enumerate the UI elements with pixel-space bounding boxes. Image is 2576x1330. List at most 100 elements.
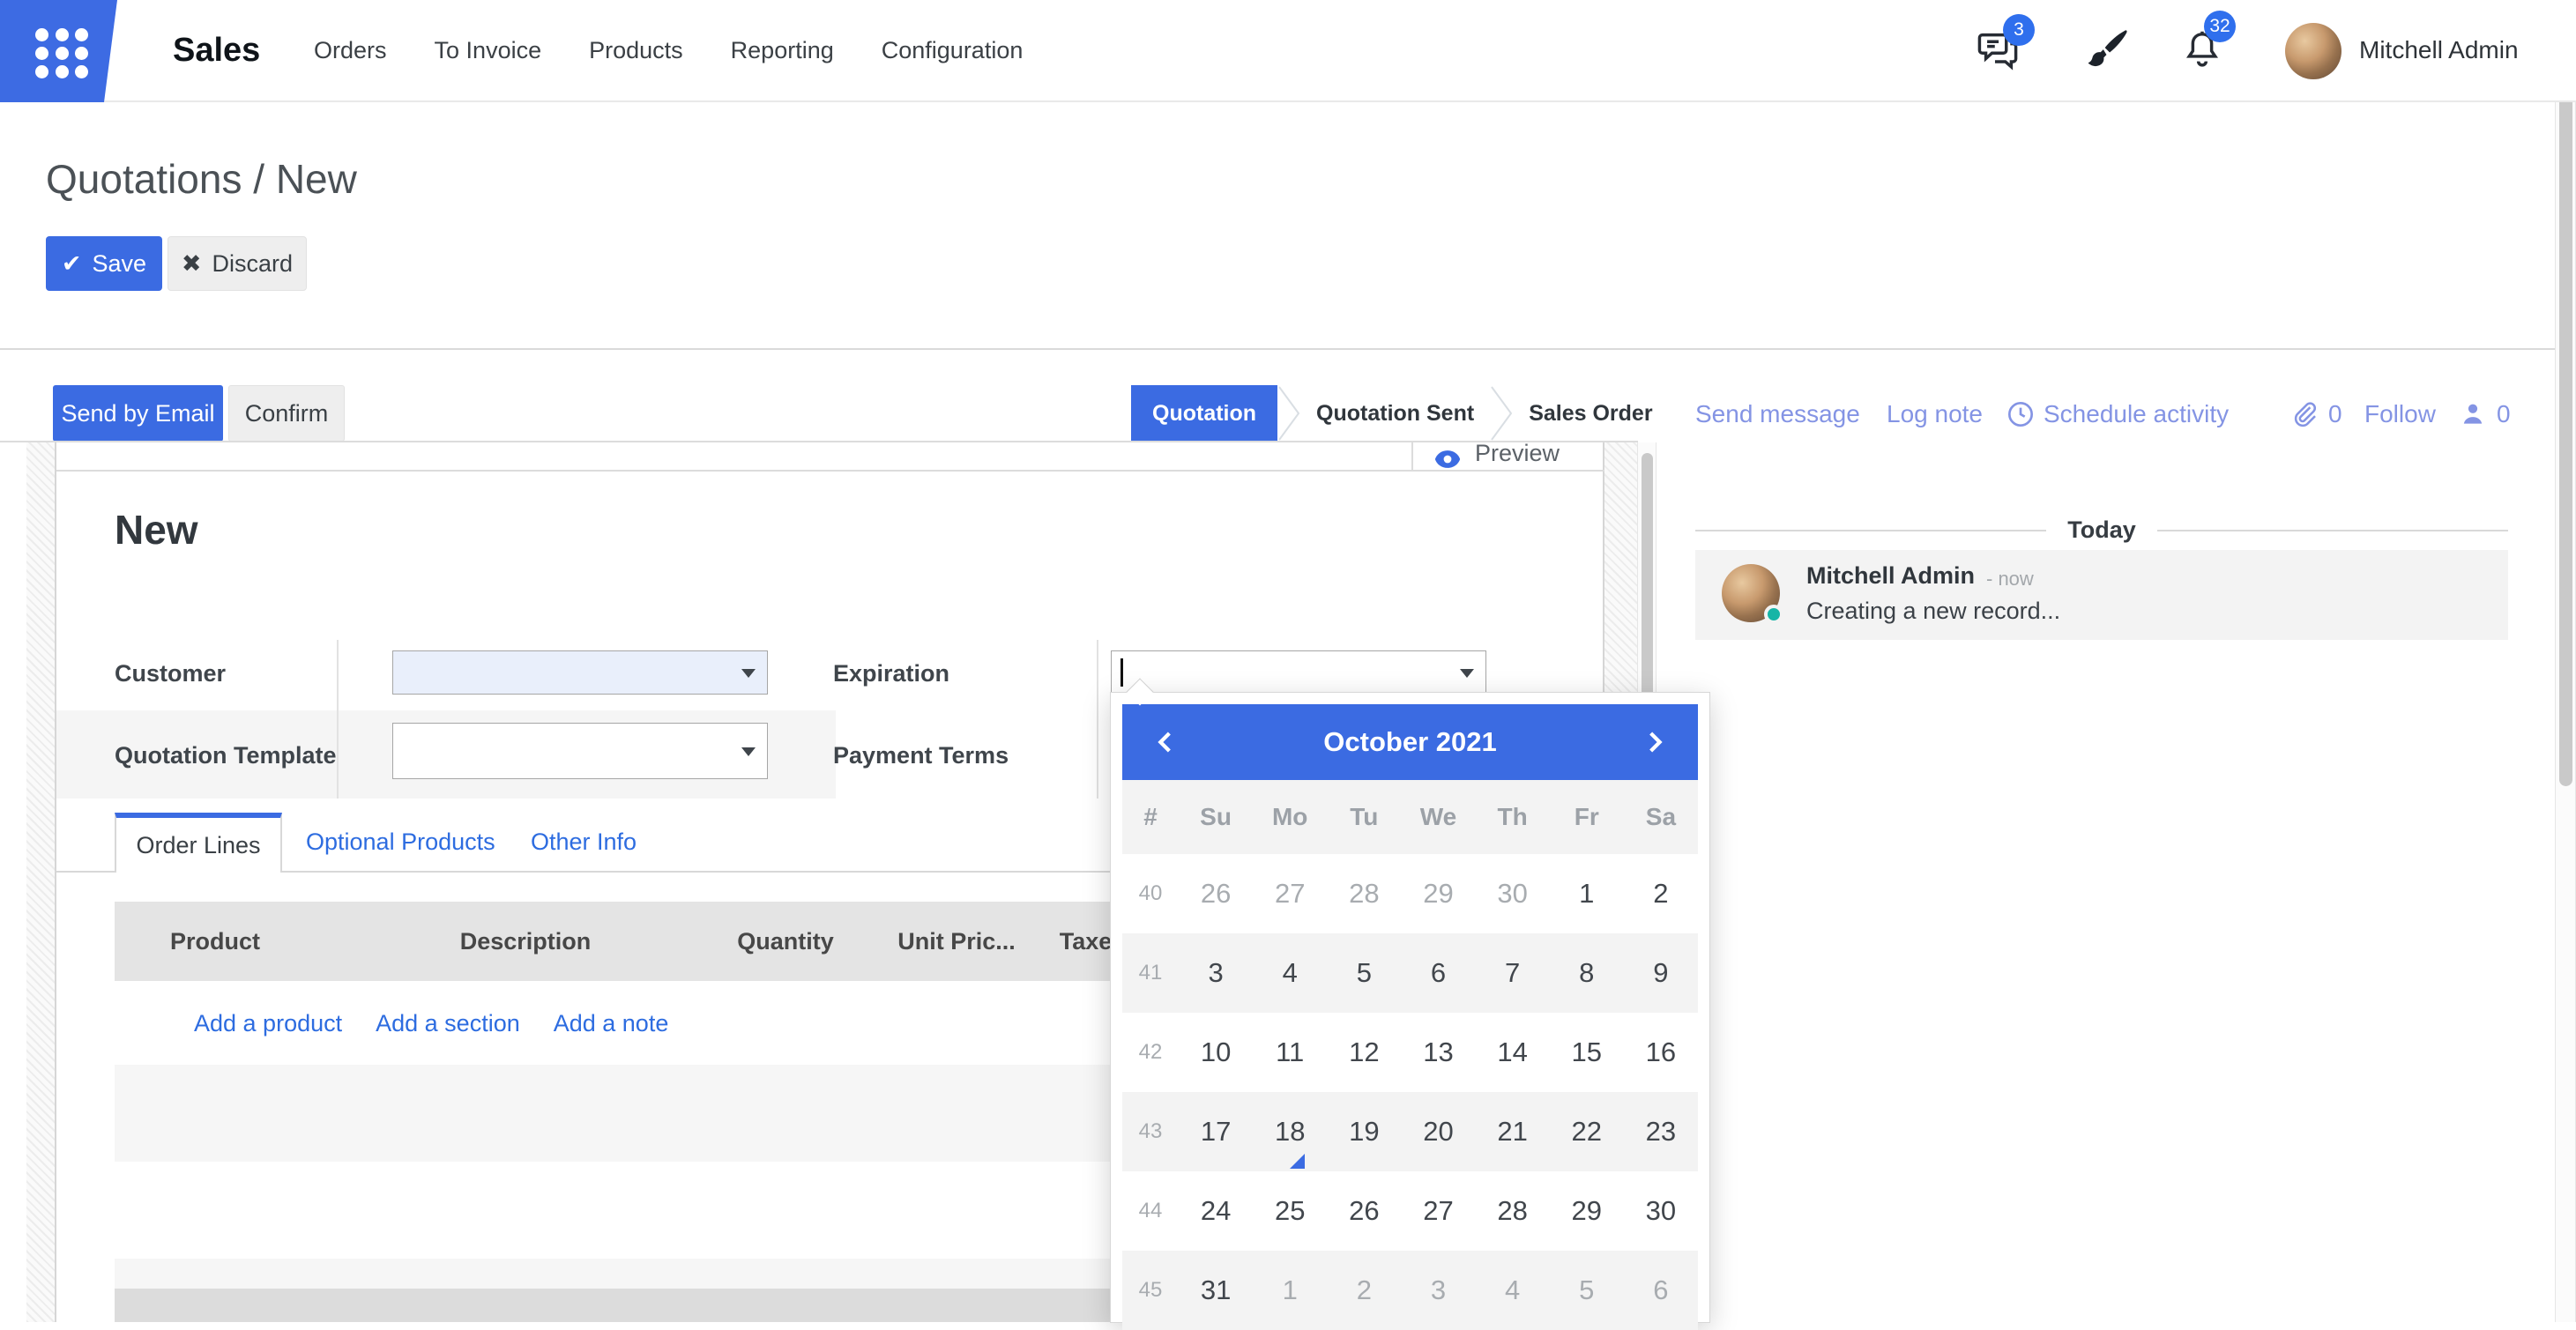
customer-input[interactable] — [392, 650, 768, 695]
calendar-day[interactable]: 23 — [1624, 1116, 1698, 1148]
calendar-day[interactable]: 18 — [1253, 1116, 1327, 1148]
week-number: 41 — [1122, 961, 1179, 985]
avatar[interactable] — [2285, 23, 2341, 79]
weekday-label: Sa — [1624, 803, 1698, 831]
calendar-day[interactable]: 2 — [1624, 878, 1698, 910]
calendar-day[interactable]: 27 — [1401, 1195, 1475, 1227]
calendar-day[interactable]: 20 — [1401, 1116, 1475, 1148]
send-message-button[interactable]: Send message — [1695, 395, 1860, 434]
next-month-icon[interactable] — [1642, 729, 1668, 755]
user-menu[interactable]: Mitchell Admin — [2359, 0, 2519, 100]
col-unit-price[interactable]: Unit Pric... — [897, 902, 1016, 981]
calendar-day[interactable]: 26 — [1327, 1195, 1401, 1227]
calendar-day[interactable]: 21 — [1476, 1116, 1550, 1148]
calendar-day[interactable]: 14 — [1476, 1037, 1550, 1068]
chatter-message: Mitchell Admin - now Creating a new reco… — [1695, 550, 2508, 640]
menu-products[interactable]: Products — [589, 37, 683, 64]
calendar-day[interactable]: 7 — [1476, 957, 1550, 989]
calendar-day[interactable]: 2 — [1327, 1274, 1401, 1306]
add-a-section-link[interactable]: Add a section — [376, 1010, 520, 1037]
add-a-product-link[interactable]: Add a product — [194, 1010, 342, 1037]
x-icon: ✖ — [182, 250, 202, 278]
col-product[interactable]: Product — [170, 902, 260, 981]
discard-button[interactable]: ✖ Discard — [168, 236, 307, 291]
calendar-day[interactable]: 26 — [1179, 878, 1253, 910]
calendar-day[interactable]: 15 — [1550, 1037, 1624, 1068]
menu-configuration[interactable]: Configuration — [882, 37, 1024, 64]
window-scrollbar-thumb[interactable] — [2559, 19, 2572, 786]
send-by-email-button[interactable]: Send by Email — [53, 385, 223, 442]
avatar[interactable] — [1722, 564, 1780, 622]
calendar-day[interactable]: 6 — [1624, 1274, 1698, 1306]
calendar-day[interactable]: 30 — [1624, 1195, 1698, 1227]
menu-to-invoice[interactable]: To Invoice — [435, 37, 542, 64]
calendar-day[interactable]: 16 — [1624, 1037, 1698, 1068]
calendar-day[interactable]: 29 — [1401, 878, 1475, 910]
schedule-activity-button[interactable]: Schedule activity — [2006, 395, 2229, 434]
tab-optional-products[interactable]: Optional Products — [306, 813, 495, 871]
expiration-input[interactable] — [1111, 650, 1486, 695]
calendar-day[interactable]: 10 — [1179, 1037, 1253, 1068]
calendar-day[interactable]: 31 — [1179, 1274, 1253, 1306]
calendar-day[interactable]: 3 — [1179, 957, 1253, 989]
calendar-day[interactable]: 24 — [1179, 1195, 1253, 1227]
preview-button[interactable]: Preview — [1411, 442, 1604, 470]
paintbrush-icon — [2082, 26, 2130, 74]
calendar-day[interactable]: 8 — [1550, 957, 1624, 989]
tab-other-info[interactable]: Other Info — [531, 813, 637, 871]
dropdown-caret-icon — [1460, 669, 1474, 678]
divider — [0, 348, 2576, 350]
window-scrollbar-track[interactable] — [2555, 0, 2576, 1322]
menu-orders[interactable]: Orders — [314, 37, 387, 64]
calendar-day[interactable]: 6 — [1401, 957, 1475, 989]
calendar-day[interactable]: 1 — [1253, 1274, 1327, 1306]
followers-button[interactable]: 0 — [2458, 395, 2511, 434]
calendar-day[interactable]: 11 — [1253, 1037, 1327, 1068]
calendar-day[interactable]: 9 — [1624, 957, 1698, 989]
menu-reporting[interactable]: Reporting — [731, 37, 834, 64]
prev-month-icon[interactable] — [1152, 729, 1179, 755]
apps-menu-button[interactable] — [0, 0, 123, 102]
calendar-day[interactable]: 12 — [1327, 1037, 1401, 1068]
datepicker-month-title[interactable]: October 2021 — [1323, 726, 1496, 758]
calendar-day[interactable]: 5 — [1327, 957, 1401, 989]
theme-brush-button[interactable] — [2082, 0, 2130, 100]
step-sales-order[interactable]: Sales Order — [1513, 385, 1668, 442]
calendar-day[interactable]: 29 — [1550, 1195, 1624, 1227]
payment-terms-label: Payment Terms — [833, 742, 1009, 769]
calendar-day[interactable]: 5 — [1550, 1274, 1624, 1306]
calendar-day[interactable]: 4 — [1476, 1274, 1550, 1306]
calendar-day[interactable]: 13 — [1401, 1037, 1475, 1068]
calendar-day[interactable]: 28 — [1327, 878, 1401, 910]
calendar-day[interactable]: 22 — [1550, 1116, 1624, 1148]
clock-icon — [2006, 400, 2035, 428]
save-button[interactable]: ✔ Save — [46, 236, 162, 291]
step-quotation-sent[interactable]: Quotation Sent — [1300, 385, 1490, 442]
log-note-button[interactable]: Log note — [1887, 395, 1983, 434]
calendar-day[interactable]: 4 — [1253, 957, 1327, 989]
breadcrumb[interactable]: Quotations / New — [46, 155, 357, 203]
expiration-label: Expiration — [833, 660, 949, 687]
week-number: 44 — [1122, 1199, 1179, 1223]
calendar-day[interactable]: 17 — [1179, 1116, 1253, 1148]
quotation-template-input[interactable] — [392, 723, 768, 779]
calendar-day[interactable]: 3 — [1401, 1274, 1475, 1306]
calendar-day[interactable]: 27 — [1253, 878, 1327, 910]
app-title[interactable]: Sales — [173, 0, 260, 100]
follow-button[interactable]: Follow — [2364, 395, 2436, 434]
weekday-label: We — [1401, 803, 1475, 831]
tab-order-lines[interactable]: Order Lines — [115, 813, 282, 873]
calendar-day[interactable]: 19 — [1327, 1116, 1401, 1148]
step-quotation[interactable]: Quotation — [1131, 385, 1277, 442]
confirm-button[interactable]: Confirm — [228, 385, 345, 442]
add-a-note-link[interactable]: Add a note — [554, 1010, 669, 1037]
calendar-day[interactable]: 1 — [1550, 878, 1624, 910]
calendar-day[interactable]: 28 — [1476, 1195, 1550, 1227]
attachments-button[interactable]: 0 — [2289, 395, 2342, 434]
calendar-day[interactable]: 30 — [1476, 878, 1550, 910]
col-quantity[interactable]: Quantity — [737, 902, 834, 981]
calendar-day[interactable]: 25 — [1253, 1195, 1327, 1227]
calendar-week-row: 40262728293012 — [1122, 854, 1698, 933]
col-description[interactable]: Description — [460, 902, 592, 981]
message-author[interactable]: Mitchell Admin — [1806, 562, 1975, 590]
